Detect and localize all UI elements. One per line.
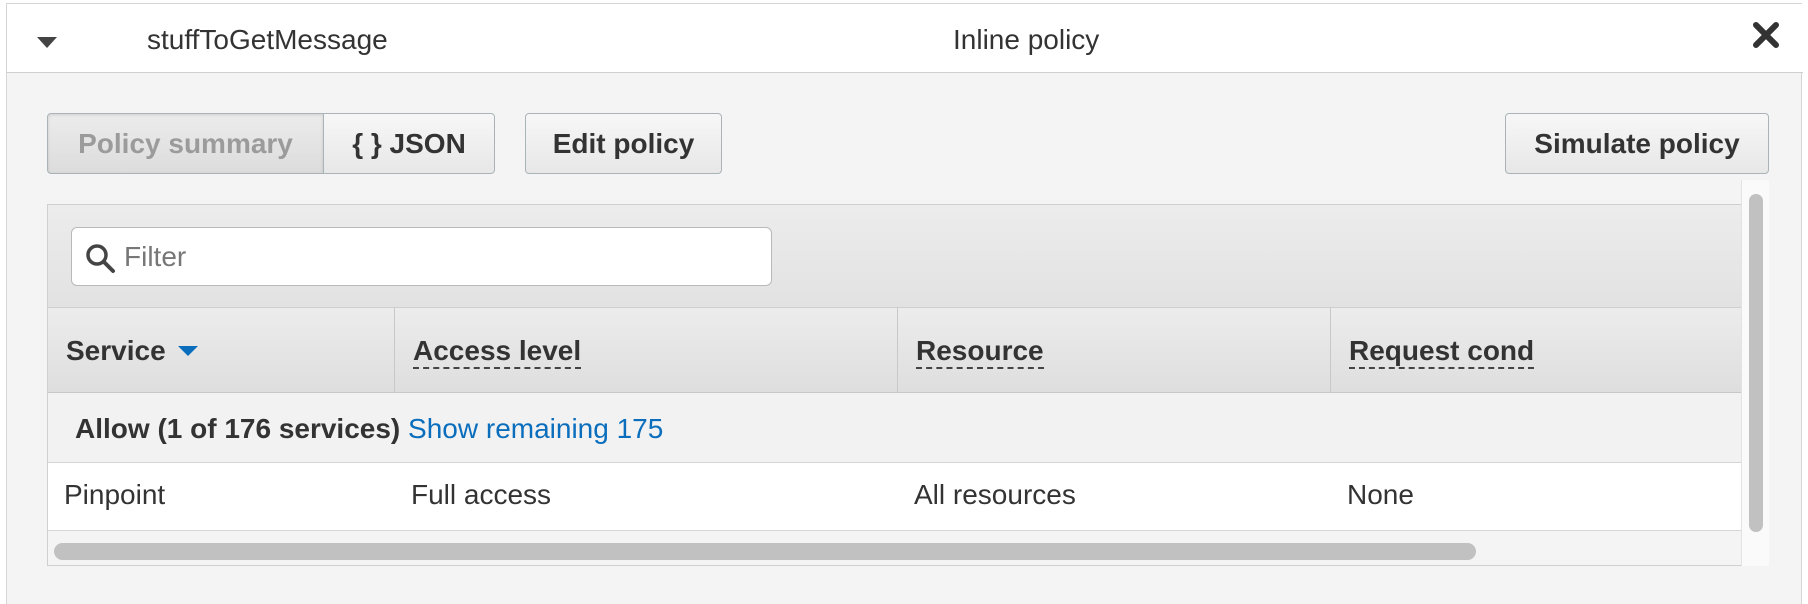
json-label: { } JSON [352,127,466,159]
request-condition-cell: None [1347,479,1414,510]
column-header-access-level[interactable]: Access level [413,308,582,393]
policy-panel: stuffToGetMessage Inline policy Policy s… [6,3,1803,604]
policy-summary-tab[interactable]: Policy summary [47,113,324,174]
policy-header[interactable]: stuffToGetMessage Inline policy [7,4,1803,73]
edit-policy-label: Edit policy [552,127,695,159]
column-header-label: Resource [916,335,1044,369]
filter-field[interactable] [71,227,772,286]
close-icon[interactable] [1749,18,1783,52]
allow-group-row: Allow (1 of 176 services) Show remaining… [48,393,1768,463]
column-header-label: Request cond [1349,335,1535,369]
column-header-label: Access level [413,335,582,369]
show-remaining-link[interactable]: Show remaining 175 [408,413,663,444]
json-tab[interactable]: { } JSON [323,113,495,174]
policy-name: stuffToGetMessage [147,24,388,55]
column-header-resource[interactable]: Resource [916,308,1044,393]
sort-down-icon[interactable] [177,345,198,356]
caret-down-icon[interactable] [37,37,57,48]
policy-summary-label: Policy summary [78,127,293,159]
table-header: Service Access level Resource Request co… [48,308,1768,393]
vertical-scrollbar-thumb[interactable] [1749,194,1763,532]
column-header-service[interactable]: Service [66,308,198,393]
allow-group-label: Allow (1 of 176 services) [75,413,401,444]
filter-input[interactable] [124,236,744,278]
policy-summary-table: Service Access level Resource Request co… [47,204,1769,566]
edit-policy-button[interactable]: Edit policy [525,113,722,174]
resource-cell: All resources [914,479,1076,510]
horizontal-scrollbar[interactable] [48,531,1768,565]
search-icon [86,244,115,273]
simulate-policy-button[interactable]: Simulate policy [1505,113,1769,174]
service-link[interactable]: Pinpoint [64,479,165,511]
vertical-scrollbar[interactable] [1741,180,1769,566]
column-header-request-condition[interactable]: Request cond [1349,308,1768,393]
column-header-label: Service [66,335,166,366]
access-level-cell: Full access [411,479,552,510]
column-divider [897,308,898,393]
table-row: Pinpoint Full access All resources None [48,463,1768,531]
horizontal-scrollbar-thumb[interactable] [54,543,1476,560]
policy-type: Inline policy [953,24,1100,55]
column-divider [394,308,395,393]
filter-bar [48,205,1768,308]
column-divider [1330,308,1331,393]
simulate-policy-label: Simulate policy [1534,127,1740,159]
